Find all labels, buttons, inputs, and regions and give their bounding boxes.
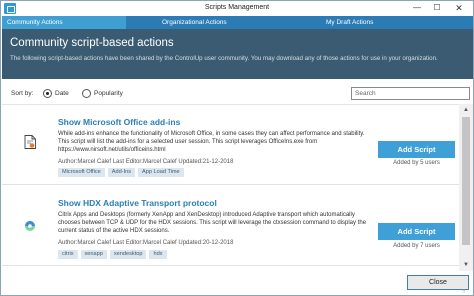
- window-title: Scripts Management: [204, 4, 270, 11]
- script-description: Citrix Apps and Desktops (formerly XenAp…: [58, 212, 367, 235]
- script-title[interactable]: Show HDX Adaptive Transport protocol: [58, 198, 217, 208]
- added-by-count: Added by 7 users: [393, 243, 440, 249]
- hdx-sphere-icon: [25, 221, 35, 231]
- maximize-button[interactable]: ☐: [426, 2, 448, 14]
- add-script-button[interactable]: Add Script: [378, 223, 455, 240]
- scroll-down-arrow-icon[interactable]: ▼: [459, 259, 473, 271]
- tab-my-draft-actions[interactable]: My Draft Actions: [326, 16, 373, 29]
- script-list: Show Microsoft Office add-ins While add-…: [2, 104, 459, 271]
- tag-list: citrix xenapp xendesktop hdx: [58, 250, 170, 260]
- sort-bar: Sort by: Date Popularity: [2, 87, 473, 101]
- close-button[interactable]: Close: [407, 275, 469, 290]
- tag[interactable]: citrix: [58, 250, 78, 259]
- tag[interactable]: hdx: [149, 250, 167, 259]
- tab-community-actions[interactable]: Community Actions: [2, 16, 126, 29]
- page-description: The following script-based actions have …: [10, 55, 438, 62]
- script-title[interactable]: Show Microsoft Office add-ins: [58, 117, 180, 127]
- list-item: Show Microsoft Office add-ins While add-…: [2, 105, 459, 185]
- tab-bar: Community Actions Organizational Actions…: [2, 16, 473, 29]
- tag[interactable]: Microsoft Office: [58, 168, 105, 177]
- tag[interactable]: App Load Time: [138, 168, 184, 177]
- sort-date-radio[interactable]: [43, 89, 52, 98]
- sort-label: Sort by:: [11, 90, 34, 97]
- list-item: Show HDX Adaptive Transport protocol Cit…: [2, 186, 459, 266]
- vertical-scrollbar[interactable]: ▲ ▼: [459, 104, 473, 271]
- resize-grip-icon[interactable]: ⠿: [462, 289, 470, 295]
- scroll-up-arrow-icon[interactable]: ▲: [459, 104, 473, 116]
- search-input[interactable]: [351, 87, 470, 100]
- page-title: Community script-based actions: [10, 37, 174, 49]
- sort-date-label[interactable]: Date: [55, 90, 69, 97]
- add-script-button[interactable]: Add Script: [378, 141, 455, 158]
- title-bar: Scripts Management — ☐ ✕: [1, 1, 473, 16]
- tag[interactable]: xendesktop: [109, 250, 147, 259]
- added-by-count: Added by 5 users: [393, 160, 440, 166]
- header-banner: Community script-based actions The follo…: [2, 29, 473, 79]
- close-window-button[interactable]: ✕: [448, 2, 470, 14]
- script-document-icon: [24, 135, 36, 149]
- script-meta: Author:Marcel Calef Last Editor:Marcel C…: [58, 240, 234, 246]
- tag[interactable]: xenapp: [80, 250, 107, 259]
- sort-popularity-label[interactable]: Popularity: [94, 90, 123, 97]
- scripts-management-window: Scripts Management — ☐ ✕ Community Actio…: [0, 0, 474, 296]
- script-meta: Author:Marcel Calef Last Editor:Marcel C…: [58, 159, 234, 165]
- tag[interactable]: Add-Ins: [107, 168, 136, 177]
- footer: Close ⠿: [2, 271, 473, 295]
- minimize-button[interactable]: —: [406, 2, 428, 14]
- tab-organizational-actions[interactable]: Organizational Actions: [162, 16, 227, 29]
- tag-list: Microsoft Office Add-Ins App Load Time: [58, 168, 187, 178]
- script-description: While add-ins enhance the functionality …: [58, 131, 365, 154]
- sort-popularity-radio[interactable]: [82, 89, 91, 98]
- scroll-thumb[interactable]: [462, 117, 470, 245]
